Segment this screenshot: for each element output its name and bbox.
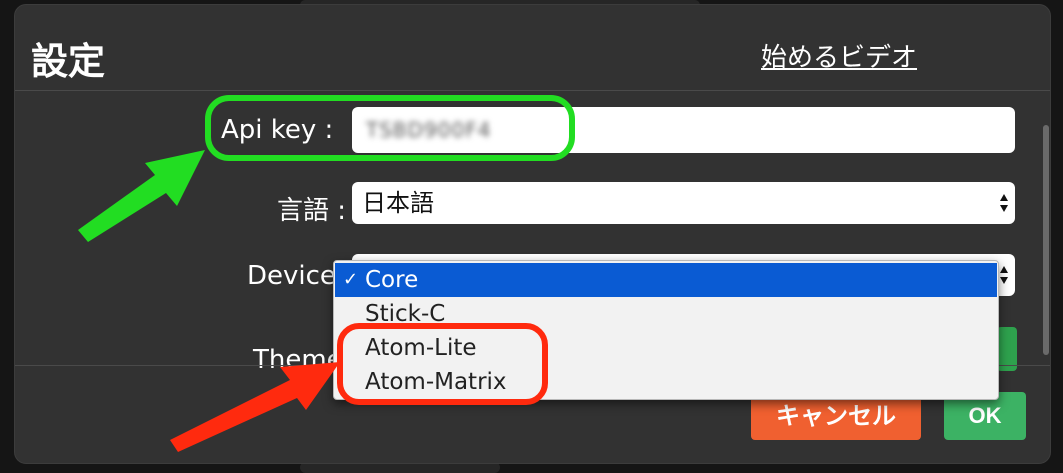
- annotation-arrows: [78, 150, 340, 452]
- green-arrow-icon: [78, 150, 205, 242]
- red-arrow-icon: [170, 362, 340, 452]
